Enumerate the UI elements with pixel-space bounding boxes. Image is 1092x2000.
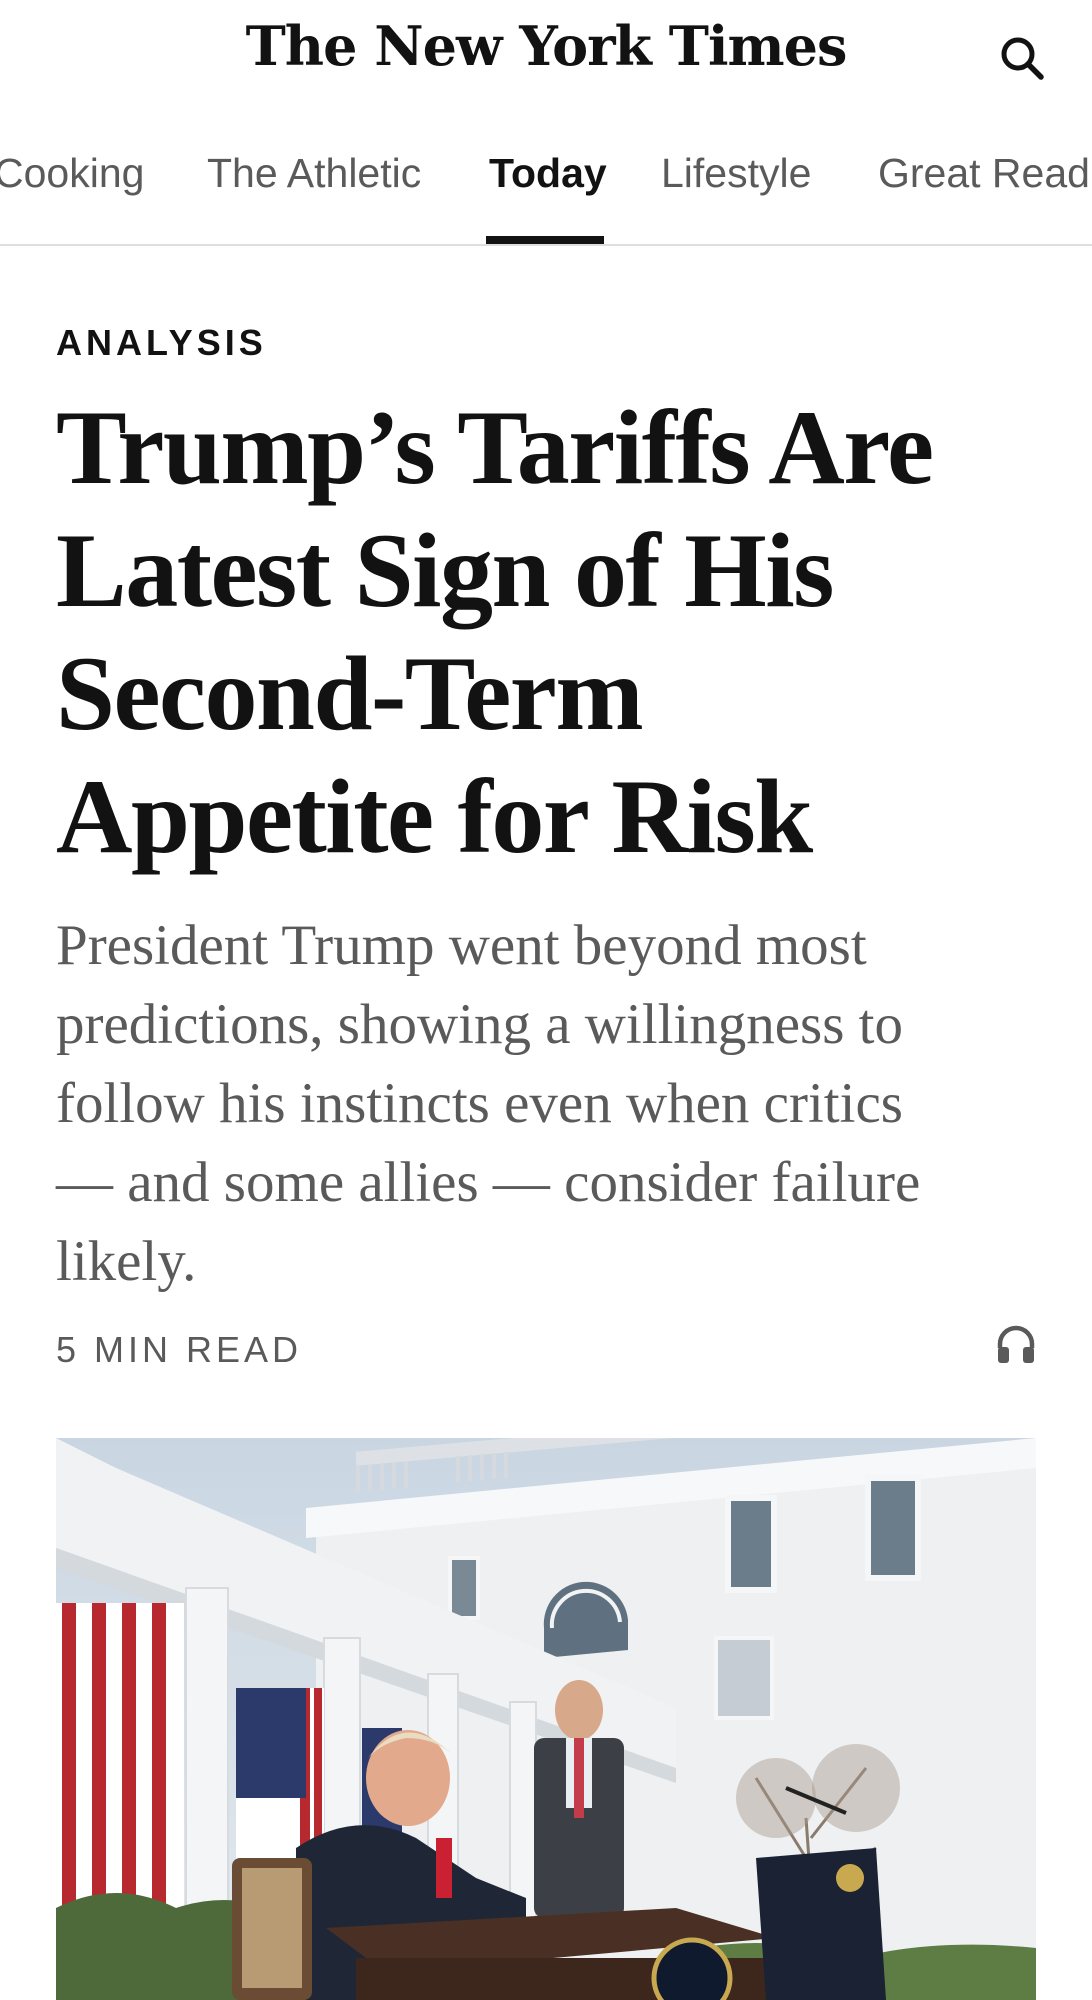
article-summary: President Trump went beyond most predict… <box>56 906 1046 1301</box>
headline-line: Trump’s Tariffs Are <box>56 389 934 506</box>
summary-line: — and some allies — consider failure <box>56 1151 921 1214</box>
read-time: 5 MIN READ <box>56 1329 303 1370</box>
headphones-icon <box>997 1325 1035 1363</box>
lead-photo[interactable] <box>56 1438 1036 2000</box>
headline-line: Second-Term <box>56 635 644 752</box>
headline-line: Appetite for Risk <box>56 758 813 875</box>
article-headline[interactable]: Trump’s Tariffs Are Latest Sign of His S… <box>56 386 1046 878</box>
article-page: The New York Times Cooking The Athletic … <box>0 0 1092 2000</box>
section-tabs: Cooking The Athletic Today Lifestyle Gre… <box>0 120 1092 246</box>
listen-button[interactable] <box>990 1318 1042 1370</box>
search-icon <box>1001 37 1044 80</box>
article-kicker: ANALYSIS <box>56 322 267 363</box>
active-tab-indicator <box>486 236 604 244</box>
tab-the-athletic[interactable]: The Athletic <box>207 150 421 244</box>
summary-line: predictions, showing a willingness to <box>56 993 904 1056</box>
masthead: The New York Times <box>0 0 1092 110</box>
headline-line: Latest Sign of His <box>56 512 834 629</box>
nyt-logo[interactable]: The New York Times <box>0 14 1092 78</box>
tab-cooking[interactable]: Cooking <box>0 150 144 244</box>
tab-great-read[interactable]: Great Read <box>878 150 1090 244</box>
tab-lifestyle[interactable]: Lifestyle <box>661 150 811 244</box>
search-button[interactable] <box>992 28 1052 88</box>
tab-today[interactable]: Today <box>489 150 607 244</box>
lead-photo-illustration <box>56 1438 1036 2000</box>
summary-line: President Trump went beyond most <box>56 914 867 977</box>
summary-line: follow his instincts even when critics <box>56 1072 903 1135</box>
summary-line: likely. <box>56 1230 197 1293</box>
